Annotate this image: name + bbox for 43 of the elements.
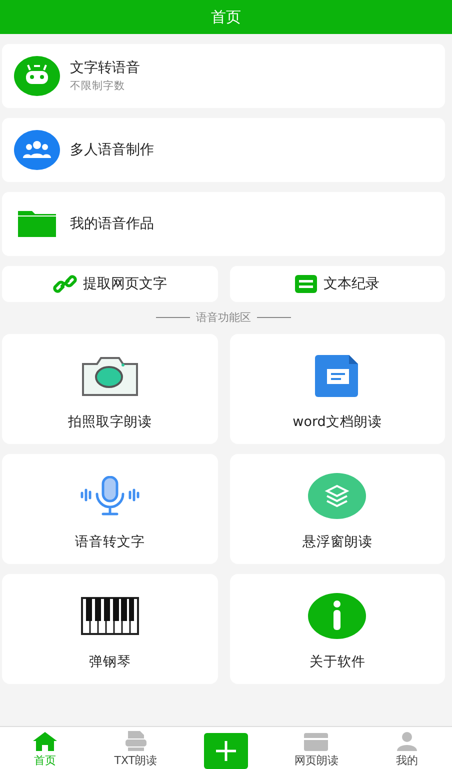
folder-icon [18, 211, 56, 237]
page-title: 首页 [211, 8, 241, 26]
document-icon [315, 355, 360, 397]
menu-item[interactable]: 文字转语音 不限制字数 [2, 44, 445, 108]
feature-label: word文档朗读 [292, 413, 382, 431]
robot-icon [14, 56, 60, 96]
item-subtitle: 不限制字数 [70, 79, 126, 93]
feature-label: 悬浮窗朗读 [302, 533, 372, 551]
microphone-icon [80, 476, 140, 516]
info-icon [308, 593, 366, 639]
link-icon [52, 273, 77, 295]
tab-item[interactable]: TXT朗读 [90, 727, 181, 769]
feature-card[interactable]: 弹钢琴 [2, 574, 218, 684]
home-icon [33, 732, 58, 751]
feature-card[interactable]: word文档朗读 [230, 334, 445, 444]
layers-icon [308, 473, 366, 519]
feature-card[interactable]: 悬浮窗朗读 [230, 454, 445, 564]
people-icon [14, 130, 60, 170]
item-title: 我的语音作品 [70, 215, 154, 233]
file-icon [124, 731, 147, 751]
camera-icon [82, 356, 138, 396]
item-title: 多人语音制作 [70, 141, 154, 159]
quick-button[interactable]: 文本纪录 [230, 266, 445, 302]
feature-label: 拍照取字朗读 [68, 413, 152, 431]
add-button[interactable] [204, 733, 248, 769]
piano-keys-icon [80, 597, 139, 635]
feature-label: 语音转文字 [74, 533, 145, 551]
menu-item[interactable]: 我的语音作品 [2, 192, 445, 256]
quick-button[interactable]: 提取网页文字 [2, 266, 218, 302]
feature-label: 弹钢琴 [88, 653, 131, 671]
person-icon [396, 731, 417, 751]
tab-item[interactable]: 我的 [362, 727, 452, 769]
plus-icon [216, 741, 236, 761]
feature-label: 关于软件 [309, 653, 366, 671]
note-icon [295, 275, 318, 293]
item-title: 文字转语音 [70, 59, 140, 77]
menu-item[interactable]: 多人语音制作 [2, 118, 445, 182]
tab-item[interactable]: 网页朗读 [271, 727, 362, 769]
feature-card[interactable]: 语音转文字 [2, 454, 218, 564]
feature-card[interactable]: 关于软件 [230, 574, 445, 684]
browser-icon [304, 733, 328, 751]
feature-card[interactable]: 拍照取字朗读 [2, 334, 218, 444]
section-title: 语音功能区 [196, 310, 251, 325]
